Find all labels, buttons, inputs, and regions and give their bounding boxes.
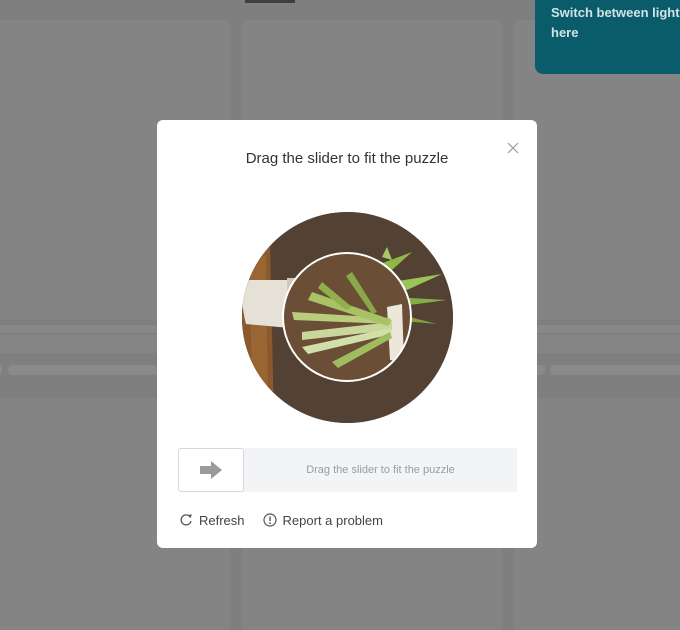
refresh-button[interactable]: Refresh xyxy=(179,513,245,528)
page-background: Switch between light here Drag the slide… xyxy=(0,0,680,630)
slider-hint-text: Drag the slider to fit the puzzle xyxy=(306,464,455,476)
refresh-icon xyxy=(180,514,192,526)
modal-title: Drag the slider to fit the puzzle xyxy=(245,150,449,167)
close-icon xyxy=(507,142,519,154)
captcha-modal: Drag the slider to fit the puzzle Drag t… xyxy=(157,120,537,548)
background-text-line xyxy=(8,365,158,375)
refresh-label: Refresh xyxy=(199,512,245,528)
active-tab-underline xyxy=(245,0,295,3)
arrow-right-icon xyxy=(200,461,222,479)
captcha-footer: Refresh Report a problem xyxy=(179,510,401,530)
tooltip-text-line2: here xyxy=(551,25,579,40)
slider-track[interactable]: Drag the slider to fit the puzzle xyxy=(178,448,517,492)
info-circle-icon xyxy=(262,513,277,527)
report-problem-label: Report a problem xyxy=(282,512,383,528)
background-text-line xyxy=(550,365,680,375)
tooltip-text-line1: Switch between light xyxy=(551,5,680,20)
background-card xyxy=(514,398,680,630)
puzzle-image xyxy=(242,212,453,423)
tooltip-popover: Switch between light here xyxy=(535,0,680,74)
close-button[interactable] xyxy=(503,138,523,158)
background-text-line xyxy=(0,365,2,375)
report-problem-button[interactable]: Report a problem xyxy=(262,512,383,528)
slider-handle[interactable] xyxy=(178,448,244,492)
